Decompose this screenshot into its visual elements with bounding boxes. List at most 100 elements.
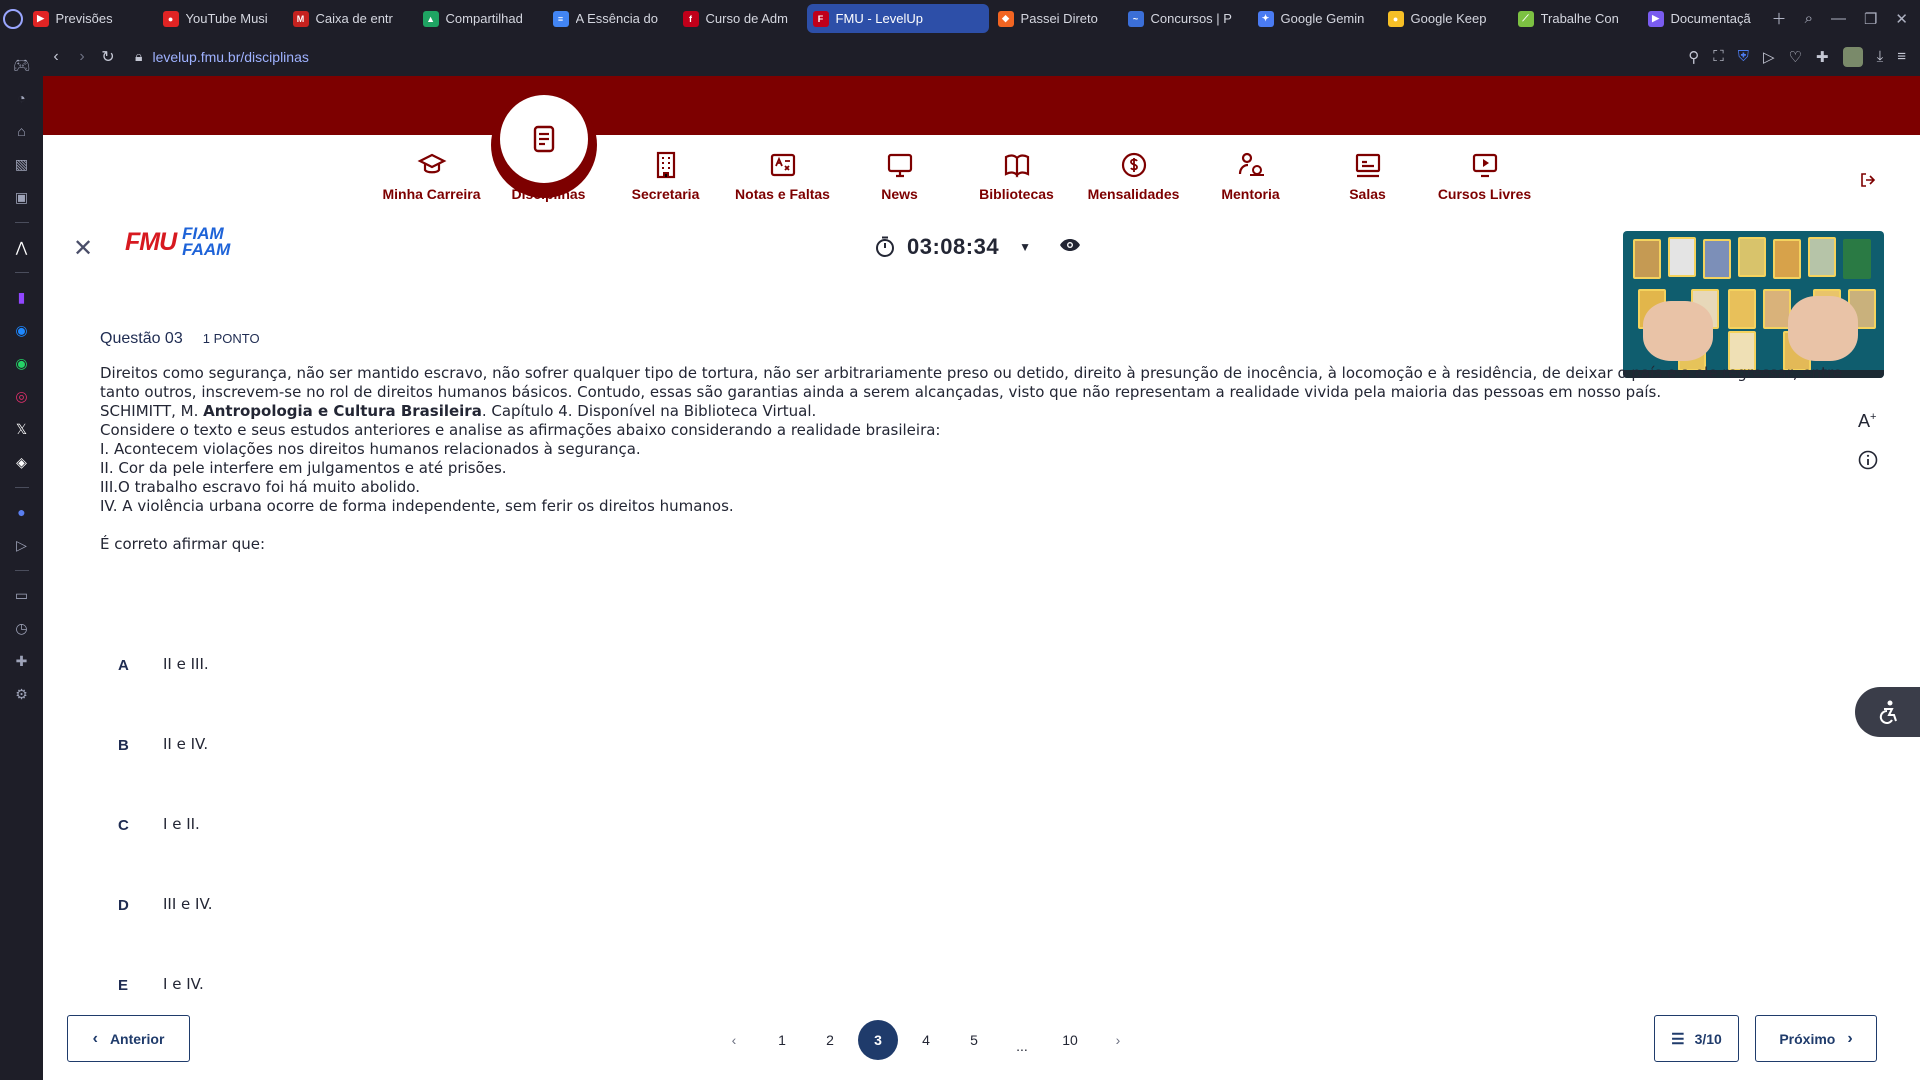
page-number[interactable]: 10 <box>1046 1020 1094 1060</box>
citation-author: SCHIMITT, M. <box>100 402 204 420</box>
music-icon[interactable]: ▣ <box>11 186 33 208</box>
page-number-label: 1 <box>778 1032 786 1048</box>
tab-title: Compartilhad <box>445 11 523 26</box>
pager-next-icon[interactable]: › <box>1094 1020 1142 1060</box>
nav-item-mentoria[interactable]: Mentoria <box>1192 150 1309 202</box>
restore-button[interactable]: ❐ <box>1864 10 1877 28</box>
wallet-icon[interactable]: ▭ <box>11 584 33 606</box>
back-icon[interactable]: ‹ <box>43 48 69 66</box>
close-window-button[interactable]: ✕ <box>1895 10 1908 28</box>
nav-item-minha-carreira[interactable]: Minha Carreira <box>373 150 490 202</box>
browser-tab[interactable]: ▶ Previsões <box>27 4 154 33</box>
home-icon[interactable]: ⌂ <box>11 120 33 142</box>
forward-icon[interactable]: › <box>69 48 95 66</box>
browser-tab[interactable]: ● Google Keep <box>1382 4 1509 33</box>
browser-tab[interactable]: ● YouTube Musi <box>157 4 284 33</box>
font-size-icon[interactable]: A+ <box>1858 411 1878 432</box>
answer-option-a[interactable]: A II e III. <box>100 651 213 731</box>
nav-item-secretaria[interactable]: Secretaria <box>607 150 724 202</box>
vpn-icon[interactable]: ● <box>11 501 33 523</box>
send-icon[interactable]: ▷ <box>1763 48 1775 66</box>
close-icon[interactable]: ✕ <box>73 234 93 263</box>
browser-tab[interactable]: ◆ Passei Direto <box>992 4 1119 33</box>
gamepad-icon[interactable]: 🎮︎ <box>11 54 33 76</box>
download-icon[interactable]: ⤓ <box>1877 48 1884 65</box>
flow-icon[interactable]: ▷ <box>11 534 33 556</box>
speed-icon[interactable]: ◔ <box>11 87 33 109</box>
pin-icon[interactable]: ⚲ <box>1688 48 1699 66</box>
page-number[interactable]: 1 <box>758 1020 806 1060</box>
snapshot-icon[interactable]: ⛶ <box>1713 48 1724 65</box>
pager-prev-icon[interactable]: ‹ <box>710 1020 758 1060</box>
discord-icon[interactable]: ◈ <box>11 451 33 473</box>
tab-favicon-icon: ◆ <box>997 10 1014 27</box>
browser-tab[interactable]: ▶ Documentaçã <box>1642 4 1769 33</box>
whatsapp-icon[interactable]: ◉ <box>11 352 33 374</box>
browser-tab[interactable]: F FMU - LevelUp <box>806 4 989 33</box>
nav-item-cursos-livres[interactable]: Cursos Livres <box>1426 150 1543 202</box>
opera-logo-icon[interactable] <box>0 0 27 37</box>
question-list-button[interactable]: ☰ 3/10 <box>1654 1015 1739 1062</box>
nav-item-label: Bibliotecas <box>979 186 1054 202</box>
browser-tab[interactable]: ⟋ Trabalhe Con <box>1512 4 1639 33</box>
reload-icon[interactable]: ↻ <box>95 47 121 67</box>
question-body: Direitos como segurança, não ser mantido… <box>100 364 1890 554</box>
page-number[interactable]: 4 <box>902 1020 950 1060</box>
nav-item-mensalidades[interactable]: Mensalidades <box>1075 150 1192 202</box>
page-number[interactable]: 5 <box>950 1020 998 1060</box>
aria-icon[interactable]: ⋀ <box>11 236 33 258</box>
timer-dropdown-icon[interactable]: ▼ <box>1019 240 1031 254</box>
sidebar-separator <box>14 272 29 273</box>
question-points: 1 PONTO <box>202 331 260 346</box>
browser-tab[interactable]: f Curso de Adm <box>677 4 804 33</box>
page-number[interactable]: 3 <box>854 1020 902 1060</box>
logout-icon[interactable] <box>1860 172 1876 193</box>
url-field[interactable]: 🔒︎ levelup.fmu.br/disciplinas <box>135 48 309 65</box>
stopwatch-icon <box>876 236 894 257</box>
extensions-sidebar-icon[interactable]: ✚ <box>11 650 33 672</box>
x-icon[interactable]: 𝕏 <box>11 418 33 440</box>
statement: IV. A violência urbana ocorre de forma i… <box>100 497 734 515</box>
search-tabs-icon[interactable]: ⌕ <box>1805 10 1813 27</box>
answer-option-b[interactable]: B II e IV. <box>100 731 213 811</box>
logo-fiam-faam: FIAM FAAM <box>182 225 230 258</box>
twitch-icon[interactable]: ▮ <box>11 286 33 308</box>
messenger-icon[interactable]: ◉ <box>11 319 33 341</box>
info-icon[interactable] <box>1858 450 1878 475</box>
previous-button[interactable]: ‹ Anterior <box>67 1015 190 1062</box>
nav-item-disciplinas[interactable]: Disciplinas <box>490 150 607 202</box>
eye-icon[interactable] <box>1059 238 1081 257</box>
instagram-icon[interactable]: ◎ <box>11 385 33 407</box>
history-icon[interactable]: ◷ <box>11 617 33 639</box>
page-number[interactable]: 2 <box>806 1020 854 1060</box>
answer-option-c[interactable]: C I e II. <box>100 811 213 891</box>
pager-ellipsis: ... <box>998 1020 1046 1060</box>
cards-icon[interactable]: ▧ <box>11 153 33 175</box>
nav-item-bibliotecas[interactable]: Bibliotecas <box>958 150 1075 202</box>
heart-icon[interactable]: ♡ <box>1789 48 1802 66</box>
next-button[interactable]: Próximo › <box>1755 1015 1877 1062</box>
new-tab-button[interactable]: ＋ <box>1772 8 1787 29</box>
extensions-icon[interactable]: ✚ <box>1816 48 1829 66</box>
sidebar-separator <box>14 222 29 223</box>
minimize-button[interactable]: — <box>1831 10 1846 27</box>
nav-item-news[interactable]: News <box>841 150 958 202</box>
accessibility-button[interactable] <box>1855 687 1920 737</box>
nav-item-notas-e-faltas[interactable]: Notas e Faltas <box>724 150 841 202</box>
list-icon: ☰ <box>1671 1030 1685 1048</box>
page-number-label: 2 <box>826 1032 834 1048</box>
option-letter: B <box>118 737 129 754</box>
answer-option-d[interactable]: D III e IV. <box>100 891 213 971</box>
shield-icon[interactable]: ⛨ <box>1738 48 1749 65</box>
nav-item-salas[interactable]: Salas <box>1309 150 1426 202</box>
browser-tab[interactable]: ~ Concursos | P <box>1122 4 1249 33</box>
browser-tab[interactable]: ≡ A Essência do <box>547 4 674 33</box>
browser-tab[interactable]: ✦ Google Gemin <box>1252 4 1379 33</box>
tab-title: Passei Direto <box>1020 11 1098 26</box>
settings-icon[interactable]: ⚙ <box>11 683 33 705</box>
browser-tab[interactable]: M Caixa de entr <box>287 4 414 33</box>
menu-icon[interactable]: ≡ <box>1897 48 1906 65</box>
profile-avatar[interactable] <box>1842 46 1863 67</box>
browser-tab[interactable]: ▲ Compartilhad <box>417 4 544 33</box>
tab-title: A Essência do <box>575 11 658 26</box>
